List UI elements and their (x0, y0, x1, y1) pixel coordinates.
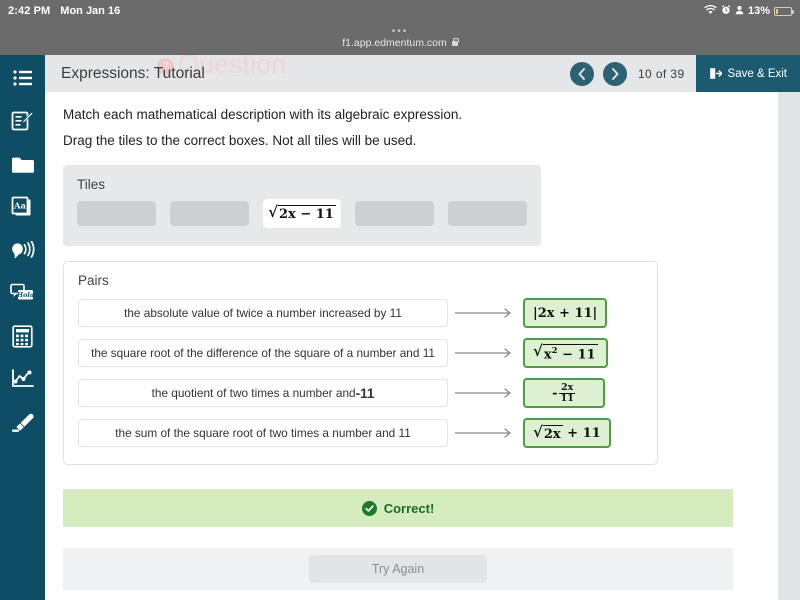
tile-expression-text: 2x − 11 (278, 205, 336, 222)
tiles-row: √ 2x − 11 (77, 199, 527, 228)
correct-banner: Correct! (63, 489, 733, 527)
page-total: 39 (670, 66, 685, 81)
pair-arrow-icon (448, 428, 523, 438)
pair-answer-math: √ x2 − 11 (533, 341, 598, 363)
pair-arrow-icon (448, 348, 523, 358)
tile-slot-empty[interactable] (448, 201, 527, 226)
pair-row: the square root of the difference of the… (78, 338, 643, 368)
pair-description: the square root of the difference of the… (78, 339, 448, 367)
tile-slot-empty[interactable] (355, 201, 435, 226)
app-container: Aa Hola ?Question Expressions: Tutorial (0, 55, 800, 600)
page-of-label: of (655, 66, 667, 81)
dictionary-icon[interactable]: Aa (10, 194, 36, 220)
menu-icon[interactable] (10, 65, 36, 91)
pair-answer-text: |2x + 11| (533, 305, 598, 321)
instruction-line-1: Match each mathematical description with… (63, 107, 463, 122)
pair-arrow-icon (448, 388, 523, 398)
pair-row: the absolute value of twice a number inc… (78, 298, 643, 328)
tile-unused-expression[interactable]: √ 2x − 11 (262, 199, 342, 228)
chevron-left-icon (578, 67, 585, 80)
status-time: 2:42 PM (8, 5, 51, 17)
pair-answer-tile[interactable]: |2x + 11| (523, 298, 608, 328)
pair-answer-tile[interactable]: √2x + 11 √(2x) + 11 (523, 418, 611, 448)
header-controls: 10 of 39 Save & Exit (569, 55, 800, 92)
page-current: 10 (637, 66, 653, 81)
pair-description: the absolute value of twice a number inc… (78, 299, 448, 327)
folder-icon[interactable] (10, 151, 36, 177)
pair-description-emphasis: -11 (355, 385, 375, 401)
pair-answer-math: √ 2x (533, 422, 563, 442)
tile-slot-empty[interactable] (77, 201, 156, 226)
check-circle-icon (361, 500, 377, 516)
pair-description: the quotient of two times a number and -… (78, 379, 448, 407)
svg-text:Hola: Hola (16, 291, 34, 299)
next-question-button[interactable] (602, 61, 627, 86)
exit-icon (709, 68, 722, 79)
alarm-icon (721, 4, 731, 18)
content-area: ? Question Expressions: Tutorial 10 of 39… (45, 55, 800, 600)
lock-icon (451, 37, 459, 46)
graph-icon[interactable] (10, 366, 36, 392)
wifi-icon (704, 4, 717, 18)
question-body: Match each mathematical description with… (45, 92, 800, 600)
tiles-panel: Tiles √ 2x − 11 (63, 165, 541, 246)
save-and-exit-label: Save & Exit (727, 67, 787, 80)
save-and-exit-button[interactable]: Save & Exit (695, 55, 800, 92)
pairs-panel: Pairs the absolute value of twice a numb… (63, 261, 658, 465)
pair-answer-math: -2x 11 (552, 381, 576, 404)
pair-row: the quotient of two times a number and -… (78, 378, 643, 408)
text-to-speech-icon[interactable] (10, 237, 36, 263)
browser-url-bar[interactable]: ••• f1.app.edmentum.com (0, 22, 800, 55)
notes-icon[interactable] (10, 108, 36, 134)
pair-description: the sum of the square root of two times … (78, 419, 448, 447)
url-text: f1.app.edmentum.com (342, 37, 447, 49)
tiles-label: Tiles (77, 177, 106, 192)
pair-arrow-icon (448, 308, 523, 318)
tool-sidebar: Aa Hola (0, 55, 45, 600)
pair-answer-tile[interactable]: -2x11 -2x/11 (523, 378, 605, 408)
chevron-right-icon (612, 67, 619, 80)
instruction-line-2: Drag the tiles to the correct boxes. Not… (63, 133, 417, 148)
try-again-bar: Try Again (63, 548, 733, 590)
correct-text: Correct! (383, 500, 435, 516)
tile-slot-empty[interactable] (169, 201, 249, 226)
pair-row: the sum of the square root of two times … (78, 418, 643, 448)
ipad-status-bar: 2:42 PM Mon Jan 16 13% (0, 0, 800, 22)
svg-text:Aa: Aa (13, 202, 27, 212)
pairs-label: Pairs (78, 273, 109, 288)
battery-icon (774, 6, 794, 16)
page-title: Expressions: Tutorial (61, 64, 205, 82)
calculator-icon[interactable] (10, 323, 36, 349)
pair-description-prefix: the quotient of two times a number and (151, 386, 356, 400)
previous-question-button[interactable] (569, 61, 594, 86)
lesson-header: ? Question Expressions: Tutorial 10 of 39… (45, 55, 800, 92)
pair-answer-tile[interactable]: √x2 − 11 √(x² − 11) (523, 338, 608, 368)
battery-percent: 13% (747, 5, 770, 17)
translate-icon[interactable]: Hola (10, 280, 36, 306)
highlighter-icon[interactable] (10, 409, 36, 435)
try-again-button[interactable]: Try Again (309, 555, 487, 583)
page-right-margin (778, 92, 800, 600)
browser-dots: ••• (391, 26, 409, 37)
person-icon (735, 5, 744, 18)
page-indicator: 10 of 39 (638, 67, 685, 81)
status-date: Mon Jan 16 (60, 5, 121, 17)
